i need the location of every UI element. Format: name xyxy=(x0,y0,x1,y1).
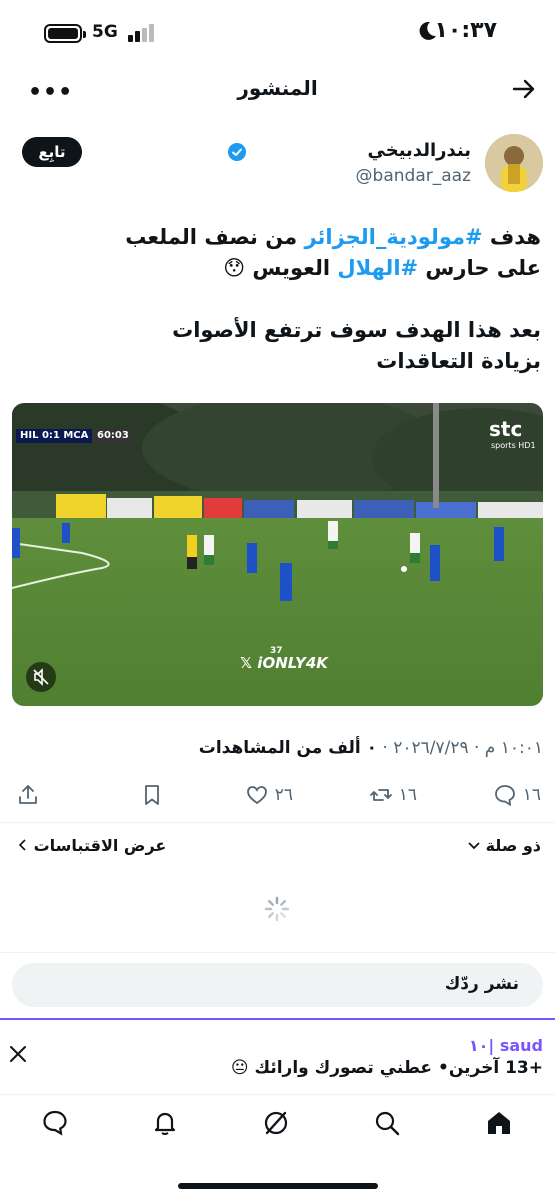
messages-icon[interactable] xyxy=(40,1108,70,1138)
moon-icon xyxy=(419,21,436,40)
video-player[interactable]: HIL 0:1 MCA 60:03 stc sports HD1 37 𝕏 iO… xyxy=(12,403,543,706)
signal-icon xyxy=(128,24,158,42)
comment-icon xyxy=(494,785,515,807)
bookmark-button[interactable] xyxy=(140,782,164,808)
home-indicator xyxy=(178,1183,378,1189)
divider xyxy=(0,822,555,823)
heart-icon xyxy=(246,786,267,805)
close-icon[interactable] xyxy=(8,1044,28,1064)
status-bar: ١٠:٣٧ 5G xyxy=(0,0,555,62)
broadcaster-logo: stc xyxy=(489,417,523,441)
scoreboard: HIL 0:1 MCA xyxy=(16,429,93,443)
tweet-meta: ١٠:٠١ م · ٢٠٢٦/٧/٢٩ · ٠ ألف من المشاهدات xyxy=(199,738,543,758)
tweet-para2-line2: بزيادة التعاقدات xyxy=(376,349,541,373)
notification-text[interactable]: +13 آخرين• عطني تصورك وارائك 😐 xyxy=(231,1058,543,1078)
tweet-para2-line1: بعد هذا الهدف سوف ترتفع الأصوات xyxy=(172,318,541,342)
share-icon xyxy=(19,785,37,804)
verified-badge-icon xyxy=(228,143,246,161)
author-name[interactable]: بندرالدبيخي xyxy=(368,140,471,161)
tab-bar-divider xyxy=(0,1094,555,1095)
like-count: ٢٦ xyxy=(274,785,293,805)
loading-spinner-icon xyxy=(264,896,290,922)
repost-icon xyxy=(369,789,392,801)
avatar-image xyxy=(485,134,543,192)
avatar[interactable] xyxy=(485,134,543,192)
chevron-down-icon xyxy=(468,842,480,850)
network-label: 5G xyxy=(92,22,118,42)
broadcaster-sub: sports HD1 xyxy=(491,441,536,450)
hashtag-link[interactable]: #مولودية_الجزائر xyxy=(304,225,482,249)
home-icon[interactable] xyxy=(484,1108,514,1138)
divider xyxy=(0,952,555,953)
page-title: المنشور xyxy=(237,76,318,100)
timestamp: ١٠:٠١ م · ٢٠٢٦/٧/٢٩ · xyxy=(377,738,543,758)
chevron-left-icon xyxy=(18,839,26,851)
views-label: من المشاهدات xyxy=(198,738,329,758)
grok-icon[interactable] xyxy=(261,1108,291,1138)
tweet-text: هدف #مولودية_الجزائر من نصف الملعب على ح… xyxy=(16,222,541,408)
notification-user[interactable]: saud |١٠ xyxy=(469,1036,543,1055)
tweet-line1-pre: هدف xyxy=(482,225,541,249)
bookmark-icon xyxy=(145,785,159,805)
tweet-line1-post: من نصف الملعب xyxy=(125,225,305,249)
match-clock: 60:03 xyxy=(93,429,133,443)
reply-button[interactable]: ١٦ xyxy=(493,782,541,808)
like-button[interactable]: ٢٦ xyxy=(245,782,293,808)
speaker-muted-icon xyxy=(33,668,49,686)
repost-count: ١٦ xyxy=(398,785,417,805)
hashtag-link[interactable]: #الهلال xyxy=(337,256,418,280)
tweet-line2-pre: على حارس xyxy=(418,256,541,280)
status-time: ١٠:٣٧ xyxy=(434,18,497,43)
sort-label: ذو صلة xyxy=(485,836,541,855)
reply-count: ١٦ xyxy=(522,785,541,805)
view-quotes-link[interactable]: عرض الاقتباسات xyxy=(18,836,166,855)
notifications-bell-icon[interactable] xyxy=(150,1108,180,1138)
quotes-label: عرض الاقتباسات xyxy=(33,836,167,855)
battery-icon xyxy=(44,24,86,43)
tweet-line2-post: العويس 😯 xyxy=(223,256,338,280)
repost-button[interactable]: ١٦ xyxy=(369,782,417,808)
arrow-right-icon[interactable] xyxy=(511,76,537,102)
notification-accent-bar xyxy=(0,1018,555,1020)
views-count: ٠ ألف xyxy=(328,738,377,758)
share-button[interactable] xyxy=(16,782,40,808)
watermark: 𝕏 iONLY4K xyxy=(240,654,328,672)
reply-placeholder: نشر ردّك xyxy=(444,974,519,994)
mute-button[interactable] xyxy=(26,662,56,692)
follow-button[interactable]: تابِع xyxy=(22,137,82,167)
sort-dropdown[interactable]: ذو صلة xyxy=(468,836,541,855)
more-button[interactable]: ••• xyxy=(28,80,73,105)
search-icon[interactable] xyxy=(372,1108,402,1138)
author-handle[interactable]: @bandar_aaz xyxy=(356,166,471,186)
